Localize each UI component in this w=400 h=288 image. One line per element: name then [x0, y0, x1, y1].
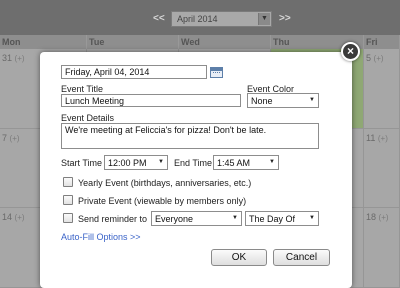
day-header-fri: Fri: [364, 35, 400, 49]
send-reminder-checkbox[interactable]: [63, 213, 73, 223]
calendar-toolbar: << April 2014 ▼ >>: [0, 0, 400, 35]
day-number: 18: [366, 212, 377, 222]
cancel-button[interactable]: Cancel: [273, 249, 330, 266]
event-title-input[interactable]: Lunch Meeting: [61, 94, 241, 107]
add-event-link[interactable]: (+): [379, 213, 389, 222]
private-event-label: Private Event (viewable by members only): [78, 196, 247, 206]
day-number: 5: [366, 53, 372, 63]
month-select-value: April 2014: [177, 14, 218, 24]
month-select[interactable]: April 2014 ▼: [171, 11, 272, 27]
event-details-label: Event Details: [61, 113, 115, 123]
yearly-event-label: Yearly Event (birthdays, anniversaries, …: [78, 178, 252, 188]
date-field[interactable]: Friday, April 04, 2014: [61, 65, 207, 79]
chevron-down-icon: ▼: [158, 159, 164, 165]
chevron-down-icon: ▼: [309, 97, 315, 103]
end-time-select[interactable]: 1:45 AM ▼: [213, 155, 279, 170]
start-time-value: 12:00 PM: [108, 158, 147, 168]
reminder-timing-select[interactable]: The Day Of ▼: [245, 211, 319, 226]
reminder-recipient-value: Everyone: [155, 214, 194, 224]
close-icon: ×: [346, 44, 354, 58]
calendar-icon[interactable]: [210, 67, 223, 78]
chevron-down-icon: ▼: [258, 13, 270, 25]
event-color-select[interactable]: None ▼: [247, 93, 319, 108]
add-event-link[interactable]: (+): [378, 134, 388, 143]
day-number: 7: [2, 133, 8, 143]
reminder-recipient-select[interactable]: Everyone ▼: [151, 211, 242, 226]
add-event-link[interactable]: (+): [15, 213, 25, 222]
start-time-label: Start Time: [61, 158, 103, 168]
add-event-link[interactable]: (+): [374, 54, 384, 63]
reminder-timing-value: The Day Of: [249, 214, 296, 224]
add-event-link[interactable]: (+): [15, 54, 25, 63]
yearly-event-checkbox[interactable]: [63, 177, 73, 187]
event-details-textarea[interactable]: We're meeting at Feliccia's for pizza! D…: [61, 123, 319, 149]
chevron-down-icon: ▼: [232, 215, 238, 221]
auto-fill-options-link[interactable]: Auto-Fill Options >>: [61, 232, 141, 242]
calendar-day-cell[interactable]: 11 (+): [364, 129, 400, 208]
start-time-select[interactable]: 12:00 PM ▼: [104, 155, 168, 170]
end-time-label: End Time: [174, 158, 213, 168]
day-header-tue: Tue: [87, 35, 179, 49]
send-reminder-label: Send reminder to: [78, 214, 148, 224]
chevron-down-icon: ▼: [309, 215, 315, 221]
add-event-link[interactable]: (+): [10, 134, 20, 143]
calendar-day-cell[interactable]: 18 (+): [364, 208, 400, 288]
chevron-down-icon: ▼: [269, 159, 275, 165]
day-number: 14: [2, 212, 13, 222]
ok-button[interactable]: OK: [211, 249, 267, 266]
event-title-label: Event Title: [61, 84, 104, 94]
day-number: 11: [366, 133, 376, 143]
calendar-day-cell[interactable]: 5 (+): [364, 49, 400, 129]
day-number: 31: [2, 53, 13, 63]
end-time-value: 1:45 AM: [217, 158, 251, 168]
day-header-mon: Mon: [0, 35, 87, 49]
day-header-wed: Wed: [179, 35, 271, 49]
close-button[interactable]: ×: [341, 42, 360, 61]
private-event-checkbox[interactable]: [63, 195, 73, 205]
next-month-button[interactable]: >>: [279, 13, 291, 24]
event-color-value: None: [251, 96, 273, 106]
prev-month-button[interactable]: <<: [153, 13, 165, 24]
